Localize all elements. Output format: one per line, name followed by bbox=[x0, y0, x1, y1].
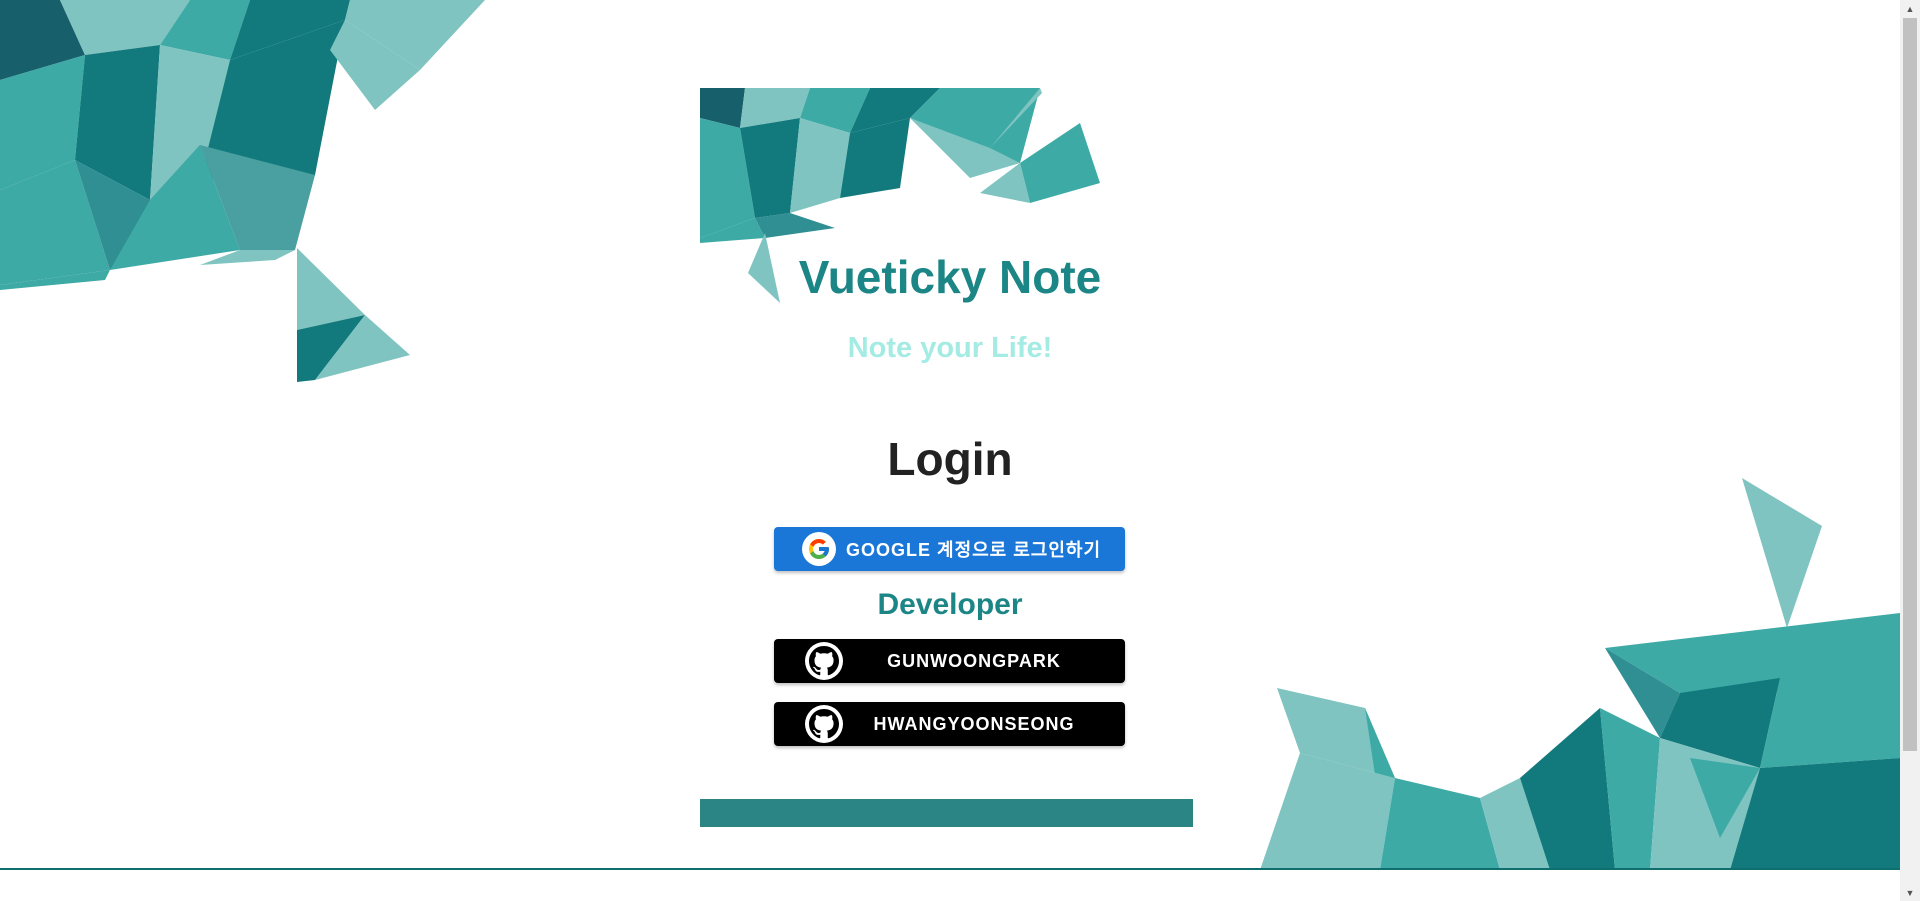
bottom-divider bbox=[0, 868, 1900, 870]
app-title: Vueticky Note bbox=[798, 251, 1102, 303]
github-icon bbox=[805, 642, 843, 680]
github-link-gunwoongpark[interactable]: GUNWOONGPARK bbox=[774, 639, 1125, 683]
developer-heading: Developer bbox=[877, 588, 1023, 621]
google-login-label: GOOGLE 계정으로 로그인하기 bbox=[846, 540, 1102, 560]
github-link-label: HWANGYOONSEONG bbox=[873, 713, 1075, 734]
github-icon bbox=[805, 705, 843, 743]
login-panel: Vueticky Note Note your Life! Login GOOG… bbox=[700, 0, 1200, 901]
github-link-label: GUNWOONGPARK bbox=[887, 650, 1061, 671]
bottom-right-polygon-decoration bbox=[1260, 478, 1900, 870]
vertical-scrollbar[interactable]: ▲ ▼ bbox=[1900, 0, 1920, 901]
github-link-hwangyoonseong[interactable]: HWANGYOONSEONG bbox=[774, 702, 1125, 746]
scrollbar-thumb[interactable] bbox=[1903, 18, 1917, 751]
google-logo-icon bbox=[802, 532, 836, 566]
login-heading: Login bbox=[887, 433, 1013, 485]
scroll-down-arrow-icon[interactable]: ▼ bbox=[1900, 884, 1920, 901]
app-subtitle: Note your Life! bbox=[847, 332, 1053, 364]
google-login-button[interactable]: GOOGLE 계정으로 로그인하기 bbox=[774, 527, 1125, 571]
login-page: Vueticky Note Note your Life! Login GOOG… bbox=[0, 0, 1920, 901]
top-left-polygon-decoration bbox=[0, 0, 485, 382]
scroll-up-arrow-icon[interactable]: ▲ bbox=[1900, 0, 1920, 17]
footer-bar bbox=[700, 799, 1193, 827]
